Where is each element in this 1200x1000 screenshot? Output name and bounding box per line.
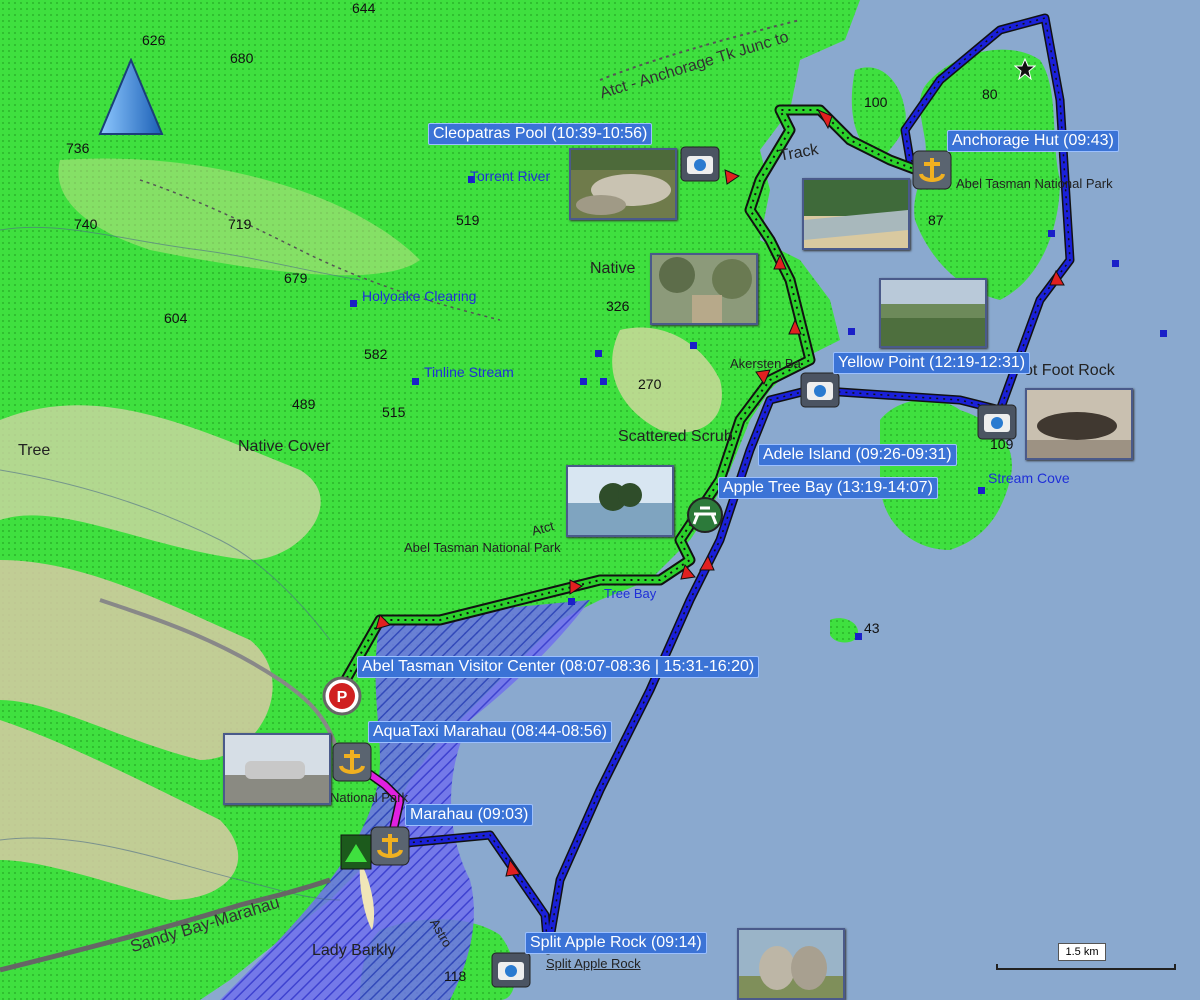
photo-anchorage-beach[interactable] [802,178,910,250]
elevation-80: 80 [982,86,998,102]
picnic-icon[interactable] [686,496,724,534]
waypoint-label-anchorage-hut[interactable]: Anchorage Hut (09:43) [947,130,1119,152]
scale-label: 1.5 km [1058,943,1106,961]
elevation-515: 515 [382,404,406,420]
elevation-582: 582 [364,346,388,362]
elevation-270: 270 [638,376,662,392]
elevation-604: 604 [164,310,188,326]
label-native-cover: Native Cover [238,438,331,455]
label-tree-bay: Tree Bay [604,586,657,601]
label-tinline-stream: Tinline Stream [424,364,514,380]
elevation-679: 679 [284,270,308,286]
label-tree: Tree [18,442,51,459]
elevation-87: 87 [928,212,944,228]
svg-text:P: P [337,689,348,706]
photo-apple-tree-bay[interactable] [566,465,674,537]
waypoint-label-visitor-center[interactable]: Abel Tasman Visitor Center (08:07-08:36 … [357,656,760,678]
map-view[interactable]: 626 680 736 740 719 679 604 582 489 515 … [0,0,1200,1000]
photo-native-bush[interactable] [650,253,758,325]
label-abel-tasman-np-mid: Abel Tasman National Park [404,540,561,555]
elevation-740: 740 [74,216,98,232]
elevation-100: 100 [864,94,888,110]
waypoint-label-yellow-point[interactable]: Yellow Point (12:19-12:31) [833,352,1031,374]
camera-icon[interactable] [680,146,720,182]
anchor-icon[interactable] [370,826,410,866]
anchor-icon[interactable] [332,742,372,782]
camera-icon[interactable] [491,952,531,988]
waypoint-label-adele-island[interactable]: Adele Island (09:26-09:31) [758,444,957,466]
label-torrent-river: Torrent River [470,168,551,184]
elevation-644: 644 [352,0,376,16]
photo-split-apple-rock[interactable] [737,928,845,1000]
waypoint-label-apple-tree-bay[interactable]: Apple Tree Bay (13:19-14:07) [718,477,938,499]
elevation-680: 680 [230,50,254,66]
star-icon [1014,58,1036,80]
camera-icon[interactable] [800,372,840,408]
scale-bar-line [996,964,1176,970]
label-native-top: Native [590,260,636,277]
elevation-736: 736 [66,140,90,156]
photo-adele-island-seal[interactable] [1025,388,1133,460]
elevation-519: 519 [456,212,480,228]
camera-icon[interactable] [977,404,1017,440]
elevation-43: 43 [864,620,880,636]
waypoint-label-split-apple-rock[interactable]: Split Apple Rock (09:14) [525,932,707,954]
anchor-icon[interactable] [912,150,952,190]
label-national-park-low: National Park [330,790,409,805]
waypoint-label-cleopatras-pool[interactable]: Cleopatras Pool (10:39-10:56) [428,123,653,145]
elevation-326: 326 [606,298,630,314]
waypoint-label-aquataxi-marahau[interactable]: AquaTaxi Marahau (08:44-08:56) [368,721,612,743]
campsite-icon[interactable] [340,834,372,870]
scale-bar: 1.5 km [996,940,1176,974]
photo-yellow-point-view[interactable] [879,278,987,348]
label-abel-tasman-np-top: Abel Tasman National Park [956,176,1113,191]
photo-cleopatras-pool[interactable] [569,148,677,220]
label-split-apple-rock-small: Split Apple Rock [546,956,641,971]
label-stream-cove: Stream Cove [988,470,1070,486]
label-scattered-scrub: Scattered Scrub [618,428,733,445]
label-foot-rock: ot Foot Rock [1024,362,1115,379]
elevation-118: 118 [444,968,467,984]
elevation-626: 626 [142,32,166,48]
north-arrow-icon [98,58,164,135]
label-holyoake-clearing: Holyoake Clearing [362,288,477,304]
waypoint-label-marahau[interactable]: Marahau (09:03) [405,804,534,826]
label-akersten: Akersten Ba [730,356,801,371]
elevation-489: 489 [292,396,316,412]
photo-aquataxi[interactable] [223,733,331,805]
parking-icon[interactable]: P [322,676,362,716]
elevation-719: 719 [228,216,252,232]
label-lady-barkly: Lady Barkly [312,942,396,959]
